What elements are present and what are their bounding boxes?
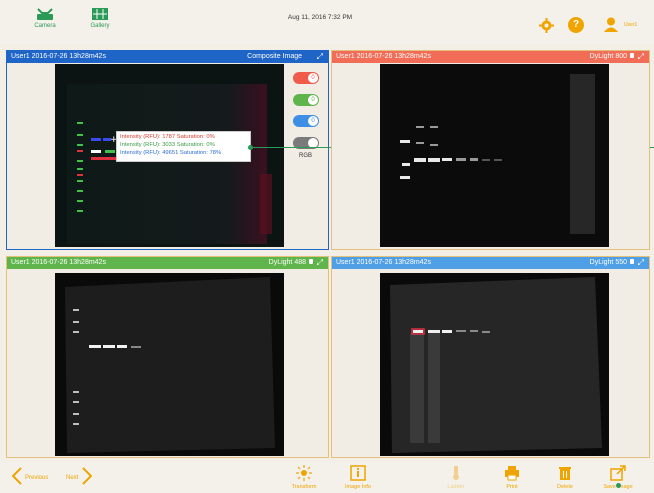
- panel-channel: DyLight 800: [589, 53, 627, 60]
- delete-button[interactable]: Delete: [543, 465, 587, 490]
- green-channel-toggle[interactable]: 0: [293, 94, 319, 106]
- dylight800-image[interactable]: [380, 64, 609, 247]
- dylight800-panel[interactable]: User1 2016-07-26 13h28m42s DyLight 800 ⤢: [331, 50, 650, 250]
- lock-icon[interactable]: [630, 259, 634, 264]
- camera-icon: [37, 8, 53, 20]
- dylight550-panel[interactable]: User1 2016-07-26 13h28m42s DyLight 550 ⤢: [331, 256, 650, 458]
- trash-icon: [559, 467, 571, 480]
- red-channel-toggle[interactable]: 0: [293, 72, 319, 84]
- panel-title: User1 2016-07-26 13h28m42s: [11, 259, 106, 266]
- image-info-button[interactable]: Image Info: [336, 465, 380, 490]
- dylight488-header: User1 2016-07-26 13h28m42s DyLight 488 ⤢: [7, 257, 328, 269]
- expand-icon[interactable]: ⤢: [638, 257, 644, 269]
- image-info-icon: [350, 465, 366, 481]
- top-bar: Camera Gallery Aug 11, 2016 7:32 PM ? Us…: [0, 0, 654, 44]
- dylight550-image[interactable]: [380, 273, 609, 456]
- transform-button[interactable]: Transform: [282, 465, 326, 490]
- panel-title: User1 2016-07-26 13h28m42s: [336, 259, 431, 266]
- previous-label: Previous: [25, 475, 49, 481]
- settings-gear-icon[interactable]: [539, 18, 554, 33]
- chevron-left-icon: [12, 467, 22, 485]
- expand-icon[interactable]: ⤢: [317, 257, 323, 269]
- image-info-label: Image Info: [345, 484, 371, 490]
- tooltip-blue-line: Intensity (RFU): 49651 Saturation: 78%: [120, 150, 222, 156]
- print-label: Print: [506, 484, 518, 490]
- user-name[interactable]: User1: [624, 22, 637, 28]
- panel-title: User1 2016-07-26 13h28m42s: [11, 53, 106, 60]
- rgb-label: RGB: [299, 153, 313, 159]
- composite-header: User1 2016-07-26 13h28m42s Composite Ima…: [7, 51, 328, 63]
- pipette-icon: [453, 466, 459, 480]
- blue-channel-toggle[interactable]: 0: [293, 115, 319, 127]
- panel-channel: Composite Image: [247, 53, 302, 60]
- panel-channel: DyLight 488: [268, 259, 306, 266]
- transform-icon: [296, 465, 312, 481]
- lock-icon[interactable]: [309, 259, 313, 264]
- disabled-tool-label: Ladder: [447, 484, 465, 490]
- gallery-icon: [92, 8, 108, 20]
- dylight800-header: User1 2016-07-26 13h28m42s DyLight 800 ⤢: [332, 51, 649, 63]
- camera-label: Camera: [34, 23, 56, 29]
- disabled-tool-button[interactable]: Ladder: [434, 465, 478, 490]
- dylight550-header: User1 2016-07-26 13h28m42s DyLight 550 ⤢: [332, 257, 649, 269]
- next-label: Next: [66, 475, 79, 481]
- expand-icon[interactable]: ⤢: [638, 51, 644, 63]
- intensity-tooltip: Intensity (RFU): 1787 Saturation: 0% Int…: [116, 131, 251, 162]
- datetime: Aug 11, 2016 7:32 PM: [287, 14, 353, 21]
- help-button[interactable]: ?: [568, 17, 584, 33]
- export-icon: [610, 465, 626, 481]
- gallery-button[interactable]: Gallery: [80, 7, 120, 29]
- camera-button[interactable]: Camera: [25, 7, 65, 29]
- expand-icon[interactable]: ⤢: [317, 51, 323, 63]
- help-icon: ?: [572, 19, 580, 30]
- connector-dot: [248, 145, 253, 150]
- lock-icon[interactable]: [630, 53, 634, 58]
- panel-title: User1 2016-07-26 13h28m42s: [336, 53, 431, 60]
- transform-label: Transform: [291, 484, 317, 490]
- print-button[interactable]: Print: [490, 465, 534, 490]
- dylight488-panel[interactable]: User1 2016-07-26 13h28m42s DyLight 488 ⤢: [6, 256, 329, 458]
- focus-dot: [616, 483, 621, 488]
- print-icon: [505, 466, 519, 481]
- gallery-label: Gallery: [90, 23, 110, 29]
- user-icon[interactable]: [604, 17, 618, 32]
- chevron-right-icon: [82, 467, 92, 485]
- dylight488-image[interactable]: [55, 273, 284, 456]
- panel-channel: DyLight 550: [589, 259, 627, 266]
- delete-label: Delete: [557, 484, 573, 490]
